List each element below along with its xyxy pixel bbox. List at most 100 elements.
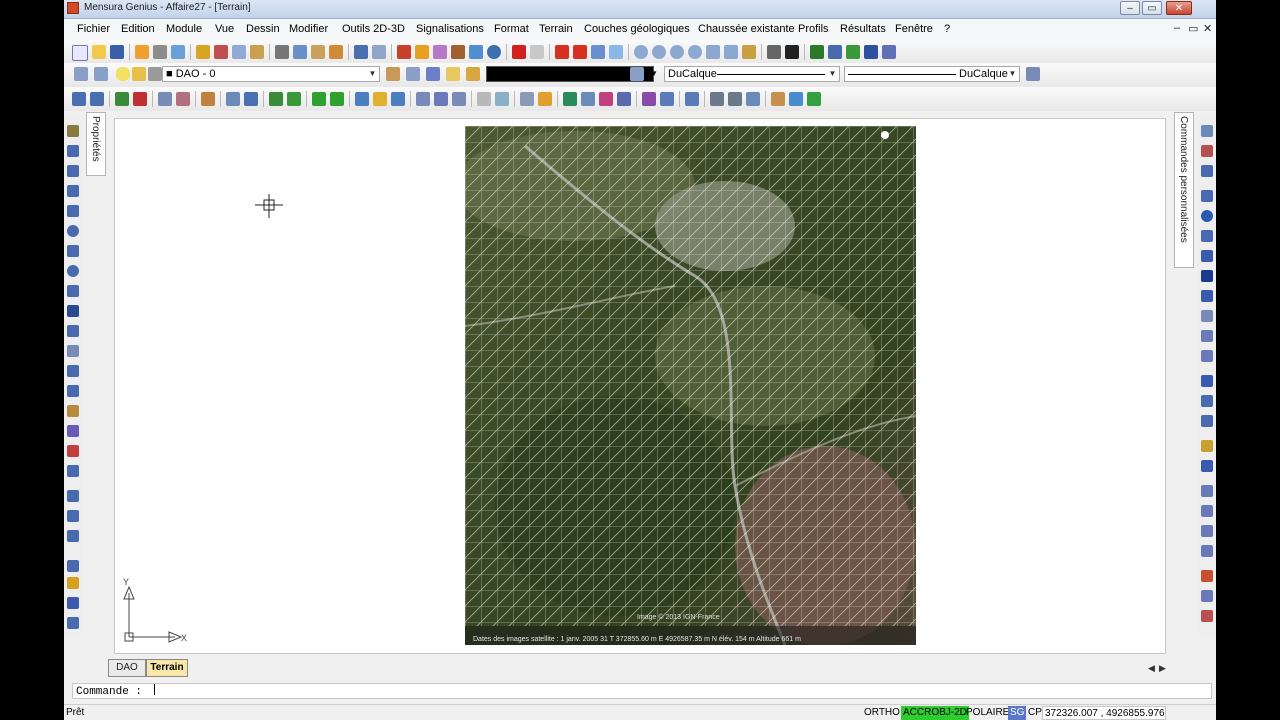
new-file-icon[interactable] bbox=[72, 45, 88, 61]
xref-icon[interactable] bbox=[67, 510, 79, 522]
xyz-point-icon[interactable] bbox=[72, 92, 86, 106]
chevron-down-icon[interactable]: ▼ bbox=[827, 68, 838, 80]
rotate-icon[interactable] bbox=[1201, 210, 1213, 222]
move-icon[interactable] bbox=[477, 92, 491, 106]
stop-icon[interactable] bbox=[397, 45, 411, 59]
hatch-icon[interactable] bbox=[67, 345, 79, 357]
menu-profils[interactable]: Profils bbox=[798, 23, 829, 35]
grid-points-icon[interactable] bbox=[226, 92, 240, 106]
tab-prev-button[interactable]: ◀ bbox=[1148, 663, 1155, 674]
menu-edition[interactable]: Edition bbox=[121, 23, 155, 35]
paste-icon[interactable] bbox=[311, 45, 325, 59]
menu-modifier[interactable]: Modifier bbox=[289, 23, 328, 35]
tab-dao[interactable]: DAO bbox=[108, 659, 146, 677]
sun-icon[interactable] bbox=[132, 67, 146, 81]
scale-object-icon[interactable] bbox=[1201, 290, 1213, 302]
copy-icon[interactable] bbox=[293, 45, 307, 59]
menu-chaussee-existante[interactable]: Chaussée existante bbox=[698, 23, 795, 35]
extend-icon[interactable] bbox=[1201, 350, 1213, 362]
make-current-icon[interactable] bbox=[386, 67, 400, 81]
import-icon[interactable] bbox=[196, 45, 210, 59]
polyedit-icon[interactable] bbox=[1201, 485, 1213, 497]
spline-icon[interactable] bbox=[67, 285, 79, 297]
bulb-icon[interactable] bbox=[116, 67, 130, 81]
xyz-edit-icon[interactable] bbox=[90, 92, 104, 106]
export-icon[interactable] bbox=[214, 45, 228, 59]
menu-help[interactable]: ? bbox=[944, 23, 950, 35]
insert-block-icon[interactable] bbox=[67, 405, 79, 417]
chamfer-icon[interactable] bbox=[1201, 415, 1213, 427]
points-xyz-icon[interactable] bbox=[434, 92, 448, 106]
terrain-surface-icon[interactable] bbox=[330, 92, 344, 106]
menu-resultats[interactable]: Résultats bbox=[840, 23, 886, 35]
network-icon[interactable] bbox=[433, 45, 447, 59]
menu-format[interactable]: Format bbox=[494, 23, 529, 35]
zoom-extents-icon[interactable] bbox=[724, 45, 738, 59]
points-edit-icon[interactable] bbox=[176, 92, 190, 106]
dim-angular-icon[interactable] bbox=[67, 385, 79, 397]
arc-icon[interactable] bbox=[67, 245, 79, 257]
preview-icon[interactable] bbox=[171, 45, 185, 59]
undo-icon[interactable] bbox=[354, 45, 368, 59]
water-icon[interactable] bbox=[789, 92, 803, 106]
table-edit-icon[interactable] bbox=[391, 92, 405, 106]
menu-couches-geologiques[interactable]: Couches géologiques bbox=[584, 23, 690, 35]
building-icon[interactable] bbox=[771, 92, 785, 106]
properties-tab[interactable]: Propriétés bbox=[86, 112, 106, 176]
maximize-button[interactable]: ▭ bbox=[1142, 1, 1162, 15]
redo-icon[interactable] bbox=[372, 45, 386, 59]
measure-icon[interactable] bbox=[742, 45, 756, 59]
2d-view-icon[interactable] bbox=[512, 45, 526, 59]
points-tool-icon[interactable] bbox=[452, 92, 466, 106]
splinedit-icon[interactable] bbox=[1201, 505, 1213, 517]
ellipse-icon[interactable] bbox=[67, 265, 79, 277]
copy-object-icon[interactable] bbox=[1201, 165, 1213, 177]
break-icon[interactable] bbox=[1201, 375, 1213, 387]
cut-icon[interactable] bbox=[275, 45, 289, 59]
array-icon[interactable] bbox=[1201, 250, 1213, 262]
fill-icon[interactable] bbox=[67, 445, 79, 457]
menu-fenetre[interactable]: Fenêtre bbox=[895, 23, 933, 35]
lines-icon[interactable] bbox=[785, 45, 799, 59]
color-picker-icon[interactable] bbox=[630, 67, 644, 81]
sg-toggle[interactable]: SG bbox=[1008, 706, 1027, 720]
stretch-icon[interactable] bbox=[1201, 310, 1213, 322]
hand-icon[interactable] bbox=[530, 45, 544, 59]
mdi-close-button[interactable]: ✕ bbox=[1203, 22, 1212, 35]
scale-icon[interactable] bbox=[495, 92, 509, 106]
filter-icon[interactable] bbox=[469, 45, 483, 59]
image-icon[interactable] bbox=[67, 530, 79, 542]
accrobj-toggle[interactable]: ACCROBJ-2D bbox=[901, 706, 969, 720]
color-combo[interactable] bbox=[486, 66, 654, 82]
slope-icon[interactable] bbox=[660, 92, 674, 106]
diamond-icon[interactable] bbox=[287, 92, 301, 106]
polaire-toggle[interactable]: POLAIRE bbox=[964, 706, 1011, 720]
print-icon[interactable] bbox=[153, 45, 167, 59]
chevron-down-icon[interactable]: ▼ bbox=[1007, 68, 1018, 80]
dec-icon[interactable] bbox=[269, 92, 283, 106]
transfer-icon[interactable] bbox=[250, 45, 264, 59]
yellow-table-icon[interactable] bbox=[373, 92, 387, 106]
grid-icon[interactable] bbox=[232, 45, 246, 59]
menu-vue[interactable]: Vue bbox=[215, 23, 234, 35]
publish-icon[interactable] bbox=[135, 45, 149, 59]
menu-signalisations[interactable]: Signalisations bbox=[416, 23, 484, 35]
cross-section-icon[interactable] bbox=[710, 92, 724, 106]
zoom-in-icon[interactable] bbox=[670, 45, 684, 59]
tab-terrain[interactable]: Terrain bbox=[146, 659, 188, 677]
minimize-button[interactable]: – bbox=[1120, 1, 1140, 15]
settings-icon[interactable] bbox=[882, 45, 896, 59]
mirror-icon[interactable] bbox=[1201, 190, 1213, 202]
rectangle-icon[interactable] bbox=[67, 205, 79, 217]
volume-icon[interactable] bbox=[642, 92, 656, 106]
menu-outils-2d-3d[interactable]: Outils 2D-3D bbox=[342, 23, 405, 35]
trim-icon[interactable] bbox=[1201, 330, 1213, 342]
compass-icon[interactable] bbox=[881, 131, 889, 139]
menu-dessin[interactable]: Dessin bbox=[246, 23, 280, 35]
close-button[interactable]: ✕ bbox=[1166, 1, 1192, 15]
offset-icon[interactable] bbox=[1201, 230, 1213, 242]
curve-icon[interactable] bbox=[810, 45, 824, 59]
profile-icon[interactable] bbox=[828, 45, 842, 59]
zoom-realtime-icon[interactable] bbox=[634, 45, 648, 59]
zoom-previous-icon[interactable] bbox=[706, 45, 720, 59]
